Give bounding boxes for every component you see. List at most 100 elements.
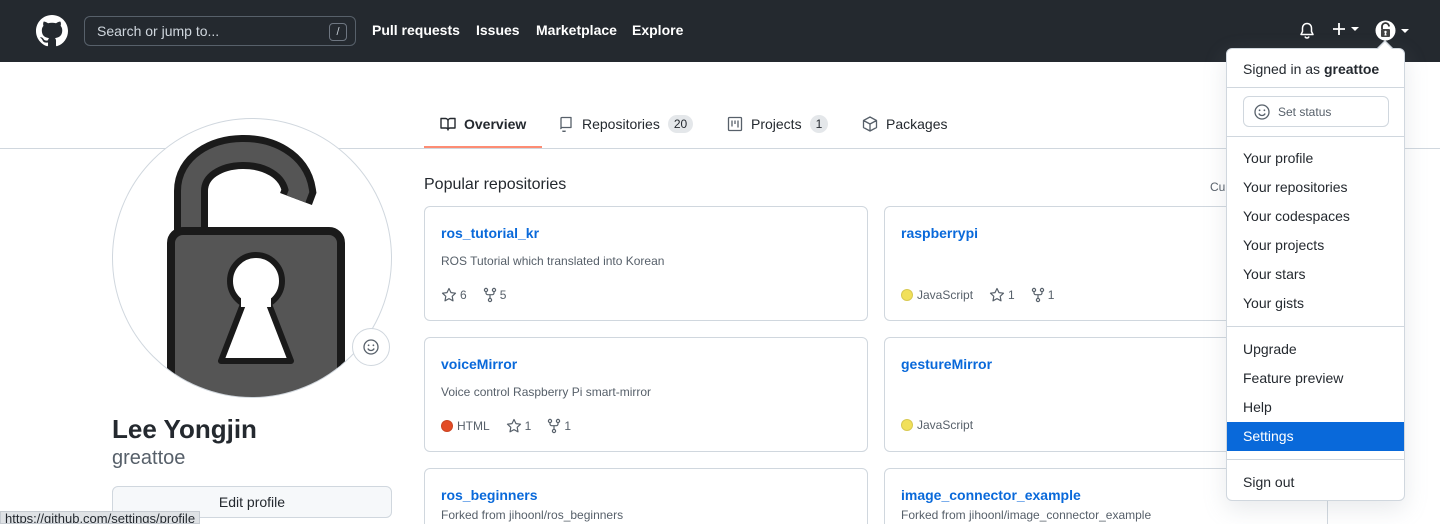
repo-card: ros_beginners Forked from jihoonl/ros_be… [424, 468, 868, 524]
signed-in-as: Signed in as greattoe [1243, 61, 1379, 77]
tab-projects[interactable]: Projects 1 [727, 114, 829, 148]
repo-language: JavaScript [901, 418, 973, 432]
create-new-menu[interactable] [1332, 22, 1359, 36]
tab-label: Overview [464, 116, 527, 132]
menu-item-your-repositories[interactable]: Your repositories [1227, 173, 1404, 202]
nav-explore[interactable]: Explore [632, 22, 683, 38]
set-status-emoji-button[interactable] [352, 328, 390, 366]
star-count: 1 [1008, 288, 1015, 302]
star-count: 6 [460, 288, 467, 302]
menu-item-settings[interactable]: Settings [1227, 422, 1404, 451]
fork-count: 1 [564, 419, 572, 433]
tab-count-badge: 1 [809, 115, 829, 133]
language-color-dot [441, 420, 453, 432]
repo-card: voiceMirror Voice control Raspberry Pi s… [424, 337, 868, 452]
fork-icon [1031, 287, 1044, 303]
nav-issues[interactable]: Issues [476, 22, 520, 38]
top-header: Search or jump to... / Pull requests Iss… [0, 0, 1440, 62]
menu-item-your-profile[interactable]: Your profile [1227, 144, 1404, 173]
language-name: HTML [457, 419, 490, 433]
browser-status-url: https://github.com/settings/profile [0, 511, 201, 524]
star-icon [989, 287, 1005, 302]
repo-description: Voice control Raspberry Pi smart-mirror [441, 385, 652, 399]
customize-pins-link[interactable]: Cu [1210, 180, 1225, 194]
language-name: JavaScript [917, 418, 974, 432]
language-name: JavaScript [917, 288, 974, 302]
profile-full-name: Lee Yongjin [112, 414, 257, 444]
repo-name-link[interactable]: voiceMirror [441, 356, 517, 372]
package-icon [862, 116, 878, 132]
repo-language: HTML [441, 419, 490, 433]
star-icon [441, 287, 457, 302]
fork-count: 1 [1047, 288, 1055, 302]
repo-forks[interactable]: 5 [483, 287, 507, 303]
menu-item-your-projects[interactable]: Your projects [1227, 231, 1404, 260]
set-status-button[interactable]: Set status [1243, 96, 1389, 127]
star-count: 1 [524, 419, 532, 433]
bell-icon[interactable] [1299, 22, 1315, 40]
menu-item-your-codespaces[interactable]: Your codespaces [1227, 202, 1404, 231]
repo-fork-source: Forked from jihoonl/ros_beginners [441, 508, 624, 522]
menu-divider [1227, 136, 1404, 137]
repo-icon [560, 116, 572, 132]
repo-meta: JavaScript [901, 418, 989, 432]
repo-meta: JavaScript 1 1 [901, 287, 1070, 303]
plus-icon [1333, 23, 1345, 35]
repo-name-link[interactable]: raspberrypi [901, 225, 978, 241]
tab-overview[interactable]: Overview [440, 114, 526, 148]
smiley-icon [1254, 103, 1270, 120]
repo-name-link[interactable]: gestureMirror [901, 356, 992, 372]
menu-item-feature-preview[interactable]: Feature preview [1227, 364, 1404, 393]
chevron-down-icon [1351, 27, 1359, 31]
repo-meta: 6 5 [441, 287, 522, 303]
profile-avatar[interactable] [112, 118, 392, 398]
signed-in-prefix: Signed in as [1243, 61, 1321, 77]
user-menu[interactable] [1375, 20, 1409, 41]
search-placeholder: Search or jump to... [97, 23, 220, 39]
menu-divider [1227, 459, 1404, 460]
tab-packages[interactable]: Packages [862, 114, 947, 148]
menu-item-help[interactable]: Help [1227, 393, 1404, 422]
menu-item-your-gists[interactable]: Your gists [1227, 289, 1404, 318]
repo-forks[interactable]: 1 [547, 418, 571, 434]
project-icon [727, 116, 743, 132]
repo-name-link[interactable]: image_connector_example [901, 487, 1081, 503]
unlocked-padlock-icon [167, 135, 345, 397]
popular-repositories-heading: Popular repositories [424, 176, 567, 193]
repo-name-link[interactable]: ros_tutorial_kr [441, 225, 539, 241]
menu-item-sign-out[interactable]: Sign out [1227, 468, 1404, 497]
menu-item-your-stars[interactable]: Your stars [1227, 260, 1404, 289]
repo-fork-source: Forked from jihoonl/image_connector_exam… [901, 508, 1152, 522]
user-dropdown-menu: Signed in as greattoe Set status Your pr… [1226, 40, 1405, 501]
fork-icon [548, 418, 561, 434]
book-icon [440, 117, 456, 131]
set-status-label: Set status [1278, 104, 1332, 119]
repo-forks[interactable]: 1 [1031, 287, 1055, 303]
tab-label: Repositories [582, 116, 660, 132]
github-logo-icon[interactable] [36, 15, 68, 47]
star-icon [506, 418, 521, 433]
smiley-icon [363, 339, 379, 355]
repo-language: JavaScript [901, 288, 973, 302]
nav-marketplace[interactable]: Marketplace [536, 22, 617, 38]
repo-stars[interactable]: 1 [506, 418, 532, 434]
avatar [1375, 20, 1396, 41]
fork-icon [483, 287, 496, 303]
repo-description: ROS Tutorial which translated into Korea… [441, 254, 665, 268]
repo-stars[interactable]: 1 [989, 287, 1015, 303]
tab-repositories[interactable]: Repositories 20 [558, 114, 694, 148]
language-color-dot [901, 419, 913, 431]
repo-name-link[interactable]: ros_beginners [441, 487, 537, 503]
search-shortcut-key: / [329, 23, 347, 41]
tab-label: Projects [751, 116, 802, 132]
menu-item-upgrade[interactable]: Upgrade [1227, 335, 1404, 364]
repo-stars[interactable]: 6 [441, 287, 467, 303]
language-color-dot [901, 289, 913, 301]
repo-card: ros_tutorial_kr ROS Tutorial which trans… [424, 206, 868, 321]
nav-pull-requests[interactable]: Pull requests [372, 22, 460, 38]
tab-label: Packages [886, 116, 948, 132]
repo-meta: HTML 1 1 [441, 418, 587, 434]
fork-count: 5 [499, 288, 507, 302]
search-input[interactable]: Search or jump to... / [84, 16, 356, 46]
profile-username: greattoe [112, 447, 186, 469]
